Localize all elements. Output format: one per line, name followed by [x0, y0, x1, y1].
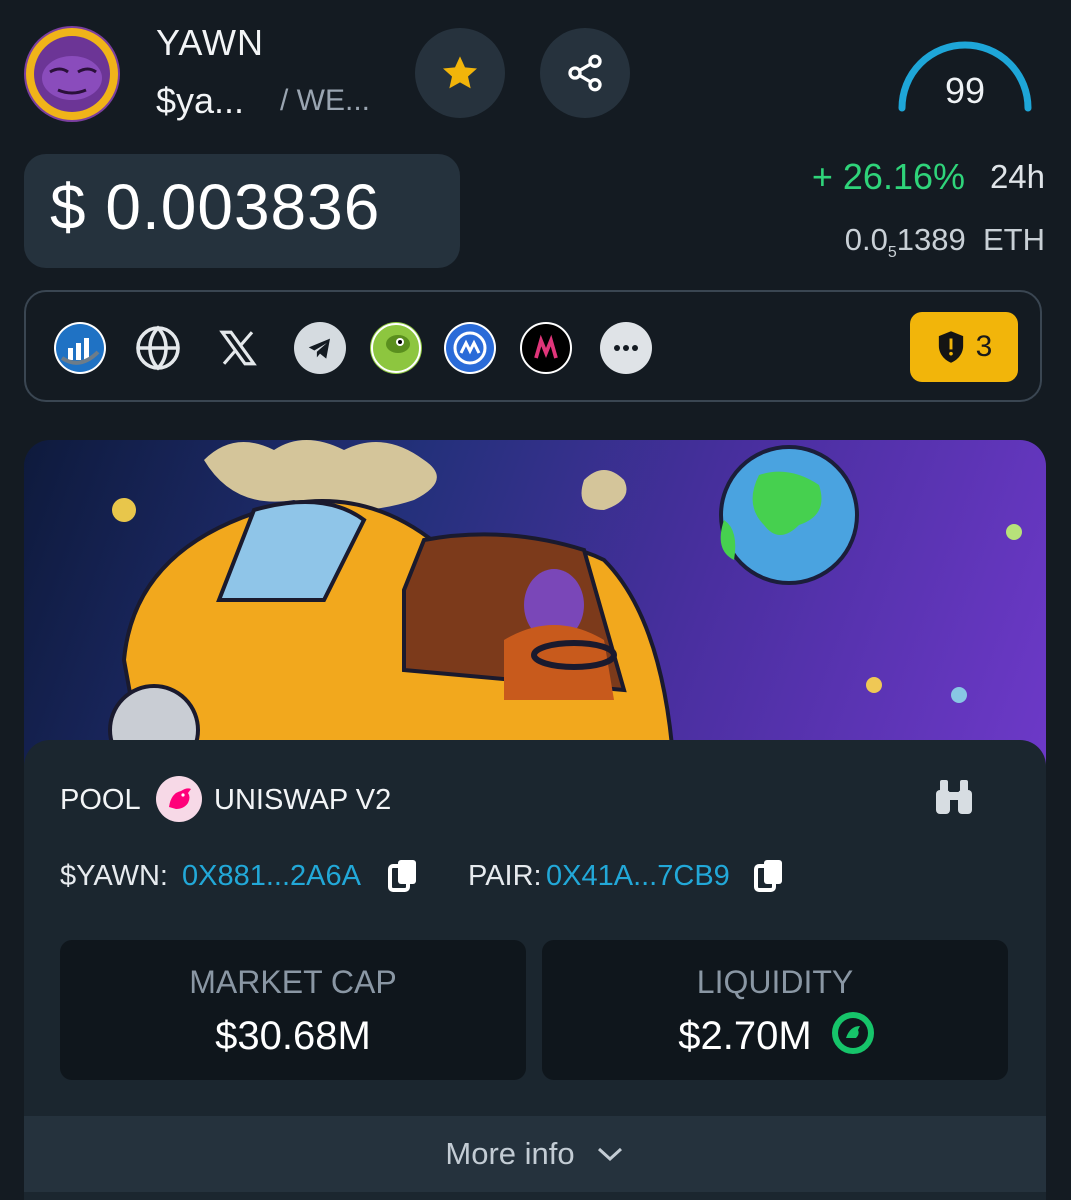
star-icon — [443, 56, 477, 89]
liquidity-value: $2.70M — [678, 1014, 812, 1058]
token-chain: / WE... — [280, 84, 370, 117]
pair-address[interactable]: 0X41A...7CB9 — [546, 860, 730, 893]
share-button[interactable] — [540, 28, 630, 118]
copy-token-address-icon[interactable] — [388, 858, 418, 899]
pair-address-label: PAIR: — [468, 860, 542, 892]
pool-label: POOL — [60, 784, 141, 816]
liquidity-card: LIQUIDITY $2.70M — [542, 940, 1008, 1080]
market-cap-card: MARKET CAP $30.68M — [60, 940, 526, 1080]
liquidity-lock-icon[interactable] — [828, 1008, 878, 1063]
telegram-icon[interactable] — [294, 322, 346, 374]
more-info-button[interactable]: More info — [24, 1116, 1046, 1192]
audit-count: 3 — [975, 330, 993, 363]
more-info-label: More info — [445, 1136, 575, 1171]
x-icon[interactable] — [212, 322, 264, 374]
token-name: YAWN — [156, 22, 264, 63]
coingecko-icon[interactable] — [370, 322, 422, 374]
coinmarketcap-icon[interactable] — [444, 322, 496, 374]
price-eth: 0.051389 ETH — [844, 222, 1045, 262]
uniswap-icon — [156, 776, 202, 822]
pool-dex-name: UNISWAP V2 — [214, 784, 392, 816]
price-change: + 26.16% — [811, 156, 965, 197]
dexscreener-icon[interactable] — [520, 322, 572, 374]
globe-icon[interactable] — [132, 322, 184, 374]
token-address-label: $YAWN: — [60, 860, 168, 892]
score-value: 99 — [944, 70, 986, 111]
favorite-button[interactable] — [415, 28, 505, 118]
liquidity-label: LIQUIDITY — [696, 964, 854, 1000]
token-address[interactable]: 0X881...2A6A — [182, 860, 361, 893]
share-icon — [568, 54, 602, 92]
token-avatar — [24, 26, 120, 122]
price-usd: $ 0.003836 — [50, 171, 381, 243]
copy-pair-address-icon[interactable] — [754, 858, 784, 899]
market-cap-label: MARKET CAP — [189, 964, 397, 1000]
shield-alert-icon — [938, 331, 963, 363]
chevron-down-icon — [597, 1147, 622, 1162]
token-banner-image — [24, 440, 1046, 770]
binoculars-icon[interactable] — [932, 778, 976, 823]
audit-warning-button[interactable]: 3 — [910, 312, 1018, 382]
more-icon[interactable] — [600, 322, 652, 374]
token-symbol: $ya... — [156, 80, 245, 121]
price-change-period: 24h — [989, 158, 1045, 195]
dextools-icon[interactable] — [54, 322, 106, 374]
market-cap-value: $30.68M — [215, 1014, 371, 1058]
